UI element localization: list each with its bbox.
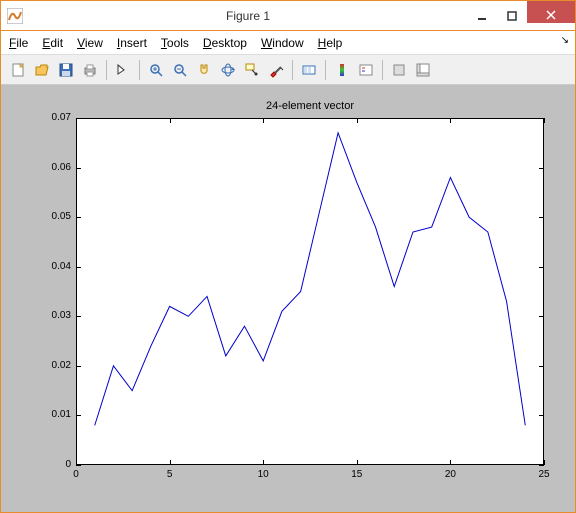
rotate-button[interactable] <box>217 59 239 81</box>
menu-view[interactable]: View <box>77 36 103 50</box>
menubar: File Edit View Insert Tools Desktop Wind… <box>1 31 575 55</box>
toolbar-separator <box>382 60 383 80</box>
save-button[interactable] <box>55 59 77 81</box>
minimize-button[interactable] <box>467 5 497 27</box>
legend-button[interactable] <box>355 59 377 81</box>
toolbar-separator <box>106 60 107 80</box>
line-series <box>1 85 575 512</box>
menu-insert[interactable]: Insert <box>117 36 147 50</box>
zoom-in-button[interactable] <box>145 59 167 81</box>
zoom-out-button[interactable] <box>169 59 191 81</box>
colorbar-button[interactable] <box>331 59 353 81</box>
maximize-button[interactable] <box>497 5 527 27</box>
toolbar <box>1 55 575 85</box>
menu-window[interactable]: Window <box>261 36 304 50</box>
menu-desktop[interactable]: Desktop <box>203 36 247 50</box>
hide-tools-button[interactable] <box>388 59 410 81</box>
new-figure-button[interactable] <box>7 59 29 81</box>
toolbar-separator <box>292 60 293 80</box>
link-button[interactable] <box>298 59 320 81</box>
print-button[interactable] <box>79 59 101 81</box>
pan-button[interactable] <box>193 59 215 81</box>
menu-help[interactable]: Help <box>318 36 343 50</box>
menu-file[interactable]: File <box>9 36 28 50</box>
data-cursor-button[interactable] <box>241 59 263 81</box>
menu-edit[interactable]: Edit <box>42 36 63 50</box>
figure-canvas[interactable]: 24-element vector00.010.020.030.040.050.… <box>1 85 575 512</box>
show-tools-button[interactable] <box>412 59 434 81</box>
close-button[interactable] <box>527 1 575 23</box>
titlebar: Figure 1 <box>1 1 575 31</box>
open-button[interactable] <box>31 59 53 81</box>
menu-tools[interactable]: Tools <box>161 36 189 50</box>
edit-plot-button[interactable] <box>112 59 134 81</box>
window-title: Figure 1 <box>29 9 467 23</box>
app-icon <box>1 1 29 31</box>
figure-window: Figure 1 File Edit View Insert Tools Des… <box>0 0 576 513</box>
brush-button[interactable] <box>265 59 287 81</box>
toolbar-separator <box>325 60 326 80</box>
dock-icon[interactable]: ↘ <box>561 35 569 46</box>
toolbar-separator <box>139 60 140 80</box>
